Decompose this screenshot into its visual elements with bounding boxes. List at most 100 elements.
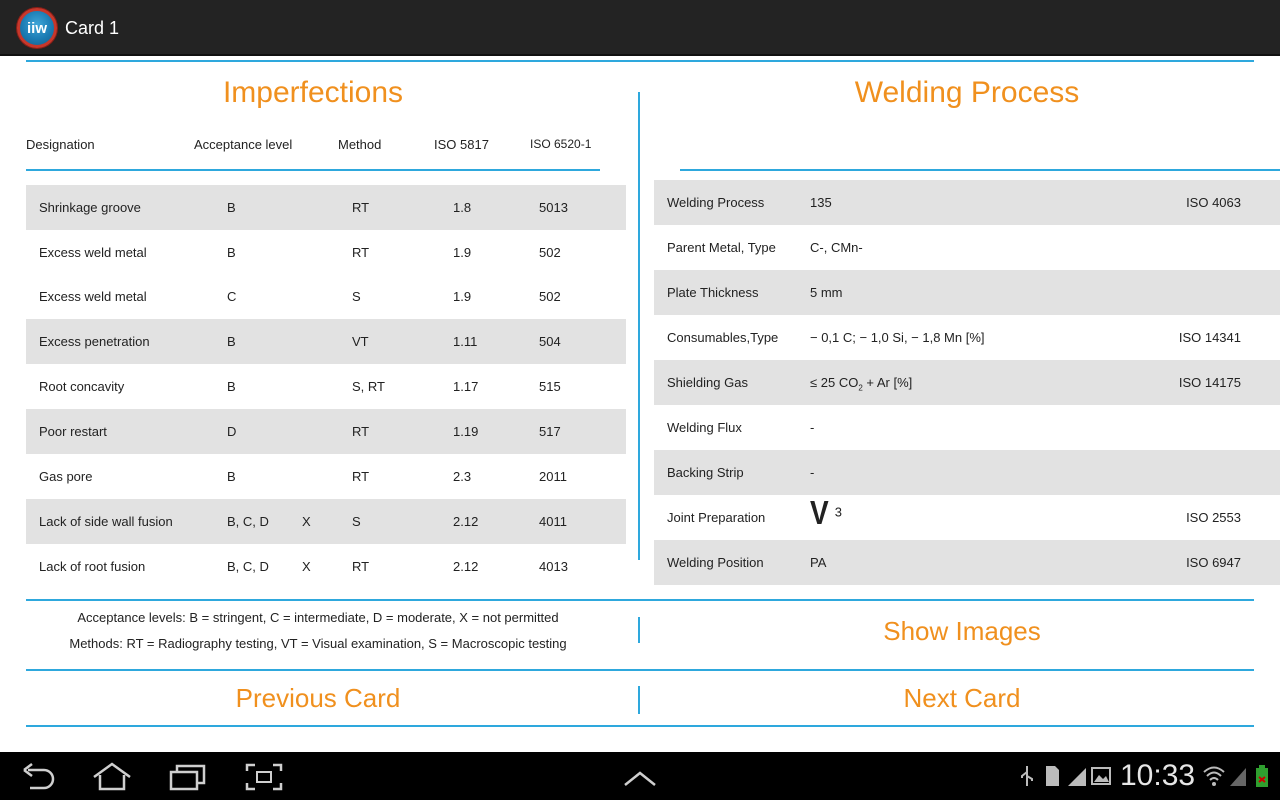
next-card-button[interactable]: Next Card — [654, 683, 1270, 714]
cell-method: S — [352, 289, 361, 304]
status-clock: 10:33 — [1120, 759, 1196, 792]
joint-gap-value: 3 — [834, 504, 842, 520]
screenshot-icon[interactable] — [244, 762, 284, 792]
cell-method: RT — [352, 245, 370, 260]
cell-iso6520: 4011 — [539, 514, 567, 529]
table-row: Consumables,Type − 0,1 C; − 1,0 Si, − 1,… — [654, 315, 1280, 360]
table-row: Backing Strip - — [654, 450, 1280, 495]
table-row: Plate Thickness 5 mm — [654, 270, 1280, 315]
welding-label: Welding Process — [667, 195, 765, 210]
table-row: Shielding Gas ≤ 25 CO2 + Ar [%] ISO 1417… — [654, 360, 1280, 405]
cell-iso6520: 504 — [539, 334, 561, 349]
table-row: Excess weld metal C S 1.9 502 — [26, 274, 626, 319]
welding-process-title: Welding Process — [854, 76, 1080, 109]
table-row: Excess weld metal B RT 1.9 502 — [26, 230, 626, 275]
signal-icon — [1230, 768, 1246, 786]
cell-method: RT — [352, 424, 370, 439]
cell-designation: Poor restart — [39, 424, 107, 439]
cell-acceptance: D — [227, 424, 237, 439]
welding-standard: ISO 14175 — [1178, 375, 1241, 390]
wifi-icon — [1203, 766, 1225, 786]
welding-standard: ISO 2553 — [1186, 510, 1241, 525]
welding-label: Welding Flux — [667, 420, 742, 435]
cell-method: S — [352, 514, 361, 529]
cell-iso6520: 5013 — [539, 200, 568, 215]
cell-designation: Shrinkage groove — [39, 200, 141, 215]
cell-acceptance: B — [227, 245, 236, 260]
welding-standard: ISO 6947 — [1186, 555, 1241, 570]
cell-acceptance: B — [227, 379, 236, 394]
cell-acceptance: B — [227, 200, 236, 215]
cell-designation: Root concavity — [39, 379, 125, 394]
table-row: Excess penetration B VT 1.11 504 — [26, 319, 626, 364]
legend-divider — [638, 617, 640, 643]
cell-designation: Excess weld metal — [39, 245, 147, 260]
usb-icon — [1021, 766, 1033, 786]
welding-value: - — [810, 465, 815, 480]
welding-label: Backing Strip — [667, 465, 744, 480]
cell-designation: Excess penetration — [39, 334, 150, 349]
cell-method: VT — [352, 334, 369, 349]
welding-label: Plate Thickness — [667, 285, 759, 300]
bottom-divider — [26, 725, 1254, 727]
table-row: Welding Process 135 ISO 4063 — [654, 180, 1280, 225]
cell-method: RT — [352, 469, 370, 484]
cell-iso5817: 2.12 — [453, 514, 479, 529]
cell-iso6520: 4013 — [539, 559, 568, 574]
cell-acceptance: B, C, D — [227, 559, 269, 574]
welding-label: Consumables,Type — [667, 330, 779, 345]
welding-value: - — [810, 420, 815, 435]
cell-iso6520: 515 — [539, 379, 561, 394]
imperfections-header-divider — [26, 169, 600, 171]
table-row: Welding Flux - — [654, 405, 1280, 450]
table-row: Shrinkage groove B RT 1.8 5013 — [26, 185, 626, 230]
cell-iso5817: 1.9 — [453, 289, 472, 304]
table-row: Joint Preparation V3 ISO 2553 — [654, 495, 1280, 540]
cell-acceptance: B, C, D — [227, 514, 269, 529]
legend-top-divider — [26, 599, 1254, 601]
welding-value: C-, CMn- — [810, 240, 863, 255]
welding-value: 135 — [810, 195, 832, 210]
welding-value: V3 — [810, 493, 842, 531]
cell-iso5817: 1.9 — [453, 245, 472, 260]
table-row: Lack of side wall fusion B, C, D X S 2.1… — [26, 499, 626, 544]
battery-icon — [1256, 765, 1268, 787]
cell-iso6520: 517 — [539, 424, 561, 439]
app-logo-icon[interactable]: iiw — [17, 8, 57, 48]
gas-value-rest: + Ar [%] — [862, 375, 913, 390]
cell-designation: Gas pore — [39, 469, 93, 484]
col-header-designation: Designation — [26, 137, 95, 152]
welding-value: 5 mm — [810, 285, 843, 300]
cell-method: RT — [352, 200, 370, 215]
chevron-up-icon[interactable] — [620, 764, 660, 794]
cell-iso5817: 1.17 — [453, 379, 479, 394]
cell-acceptance: B — [227, 334, 236, 349]
welding-value: ≤ 25 CO2 + Ar [%] — [810, 375, 912, 393]
image-notification-icon — [1091, 767, 1111, 785]
cell-not-permitted: X — [302, 514, 311, 529]
cell-iso6520: 502 — [539, 245, 561, 260]
show-images-button[interactable]: Show Images — [654, 616, 1270, 647]
welding-value: − 0,1 C; − 1,0 Si, − 1,8 Mn [%] — [810, 330, 985, 345]
cell-iso5817: 1.8 — [453, 200, 472, 215]
home-icon[interactable] — [92, 762, 132, 792]
back-icon[interactable] — [20, 762, 60, 792]
previous-card-button[interactable]: Previous Card — [26, 683, 610, 714]
cell-iso5817: 2.12 — [453, 559, 479, 574]
gas-value-main: ≤ 25 CO — [810, 375, 859, 390]
cell-acceptance: B — [227, 469, 236, 484]
action-bar: iiw Card 1 — [0, 0, 1280, 56]
col-header-iso5817: ISO 5817 — [434, 137, 489, 152]
cell-acceptance: C — [227, 289, 237, 304]
recent-apps-icon[interactable] — [168, 762, 208, 792]
sd-card-icon — [1046, 766, 1059, 786]
welding-label: Joint Preparation — [667, 510, 766, 525]
legend-methods: Methods: RT = Radiography testing, VT = … — [69, 636, 567, 651]
app-logo-text: iiw — [26, 20, 47, 37]
center-divider — [638, 92, 640, 560]
cell-method: S, RT — [352, 379, 385, 394]
col-header-iso6520: ISO 6520-1 — [530, 137, 592, 151]
cell-iso5817: 1.11 — [453, 334, 478, 349]
v-groove-symbol-icon: V — [810, 493, 829, 531]
cell-iso6520: 502 — [539, 289, 561, 304]
